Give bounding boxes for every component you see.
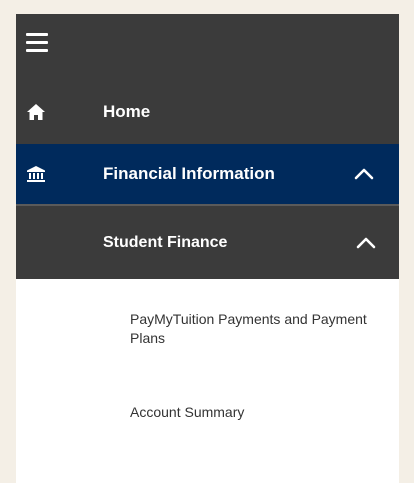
navigation-panel: Home Financial Information Student Finan… [16,14,399,483]
hamburger-menu-icon[interactable] [26,33,48,53]
nav-item-home-label: Home [103,101,151,121]
submenu-item-paymytuition[interactable]: PayMyTuition Payments and Payment Plans [130,310,370,348]
submenu-item-account-summary[interactable]: Account Summary [130,403,370,422]
chevron-up-icon[interactable] [356,237,376,249]
nav-item-student-finance[interactable]: Student Finance [16,204,399,279]
top-bar [16,14,399,79]
bank-icon [26,164,46,184]
nav-item-financial-information-label: Financial Information [103,164,275,183]
nav-item-student-finance-label: Student Finance [103,233,228,251]
chevron-up-icon[interactable] [354,168,374,180]
nav-item-financial-information[interactable]: Financial Information [16,144,399,204]
home-icon [26,102,46,122]
nav-item-home[interactable]: Home [16,79,399,144]
student-finance-submenu: PayMyTuition Payments and Payment Plans … [16,279,399,483]
